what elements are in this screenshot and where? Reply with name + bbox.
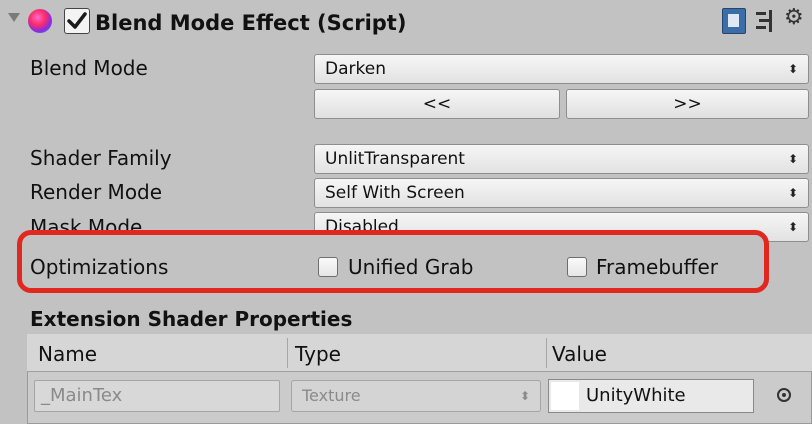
property-value-object-field[interactable]: UnityWhite [548, 379, 754, 413]
gear-icon[interactable]: ⚙ [784, 7, 804, 29]
column-divider[interactable] [287, 338, 288, 368]
next-blend-button[interactable]: >> [566, 89, 809, 119]
dropdown-arrows-icon: ⬍ [787, 220, 798, 234]
table-header [27, 334, 812, 372]
column-divider[interactable] [546, 338, 547, 368]
checkmark-icon [67, 12, 87, 29]
dropdown-arrows-icon: ⬍ [787, 62, 798, 76]
render-mode-value: Self With Screen [325, 183, 465, 203]
previous-blend-button[interactable]: << [314, 89, 560, 119]
property-type-dropdown: Texture ⬍ [291, 380, 541, 412]
blend-mode-value: Darken [325, 59, 386, 79]
component-title: Blend Mode Effect (Script) [95, 11, 407, 35]
blend-mode-label: Blend Mode [30, 56, 148, 80]
foldout-arrow-icon[interactable] [8, 13, 20, 22]
render-mode-label: Render Mode [30, 180, 163, 204]
property-value-text: UnityWhite [586, 385, 686, 406]
preset-icon[interactable] [754, 10, 776, 36]
enable-checkbox[interactable] [64, 8, 90, 34]
help-book-icon[interactable] [722, 8, 746, 34]
blend-mode-dropdown[interactable]: Darken ⬍ [314, 54, 809, 84]
object-picker-icon[interactable] [777, 388, 791, 402]
shader-family-value: UnlitTransparent [325, 149, 465, 169]
property-name-field: _MainTex [34, 380, 280, 412]
extension-section-title: Extension Shader Properties [30, 307, 353, 331]
shader-family-dropdown[interactable]: UnlitTransparent ⬍ [314, 144, 809, 174]
shader-family-label: Shader Family [30, 146, 172, 170]
column-header-name[interactable]: Name [38, 341, 97, 367]
dropdown-arrows-icon: ⬍ [787, 186, 798, 200]
dropdown-arrows-icon: ⬍ [519, 389, 530, 403]
texture-thumbnail [551, 382, 579, 410]
highlight-box [17, 230, 769, 293]
column-header-value[interactable]: Value [552, 341, 607, 367]
dropdown-arrows-icon: ⬍ [787, 152, 798, 166]
render-mode-dropdown[interactable]: Self With Screen ⬍ [314, 178, 809, 208]
script-icon [28, 9, 52, 33]
property-type-value: Texture [302, 386, 361, 405]
column-header-type[interactable]: Type [295, 341, 341, 367]
